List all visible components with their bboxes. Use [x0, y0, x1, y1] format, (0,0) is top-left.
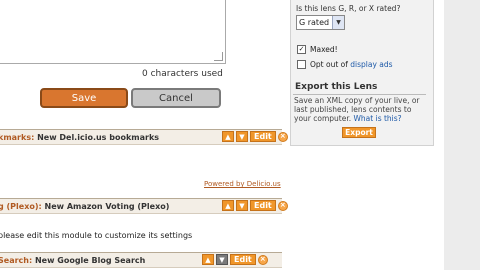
optout-ads-checkbox[interactable] — [297, 60, 306, 69]
export-heading: Export this Lens — [295, 82, 378, 92]
edit-button[interactable]: Edit — [250, 131, 276, 142]
arrow-down-icon[interactable]: ▼ — [216, 254, 228, 265]
module-type-label: g (Plexo): — [0, 201, 42, 211]
maxed-option: ✓ Maxed! — [297, 45, 338, 54]
arrow-up-icon[interactable]: ▲ — [222, 131, 234, 142]
module-header-google-blog: Search: New Google Blog Search ▲ ▼ Edit … — [0, 252, 282, 268]
close-icon[interactable]: × — [277, 200, 288, 211]
powered-by-link[interactable]: Powered by Delicio.us — [204, 180, 281, 188]
export-description: Save an XML copy of your live, or last p… — [294, 96, 428, 123]
checkmark-icon: ✓ — [298, 45, 305, 53]
description-textarea[interactable] — [0, 0, 226, 64]
arrow-up-icon[interactable]: ▲ — [222, 200, 234, 211]
module-title: New Del.icio.us bookmarks — [37, 132, 160, 142]
module-title: New Amazon Voting (Plexo) — [44, 201, 170, 211]
resize-handle[interactable] — [214, 52, 223, 61]
arrow-down-icon[interactable]: ▼ — [236, 200, 248, 211]
module-controls: ▲ ▼ Edit × — [202, 254, 268, 265]
character-counter: 0 characters used — [142, 69, 223, 79]
module-type-label: kmarks: — [0, 132, 35, 142]
arrow-up-icon[interactable]: ▲ — [202, 254, 214, 265]
module-type-label: Search: — [0, 255, 33, 265]
what-is-this-link[interactable]: What is this? — [354, 114, 402, 123]
rating-select[interactable]: G rated ▼ — [296, 15, 345, 30]
divider — [293, 94, 426, 95]
cancel-button[interactable]: Cancel — [131, 88, 221, 108]
maxed-checkbox[interactable]: ✓ — [297, 45, 306, 54]
module-controls: ▲ ▼ Edit × — [222, 200, 288, 211]
close-icon[interactable]: × — [277, 131, 288, 142]
module-header-amazon: g (Plexo): New Amazon Voting (Plexo) ▲ ▼… — [0, 198, 288, 214]
edit-button[interactable]: Edit — [250, 200, 276, 211]
module-notice: please edit this module to customize its… — [0, 231, 193, 240]
export-button[interactable]: Export — [342, 127, 376, 138]
optout-label: Opt out of — [310, 60, 351, 69]
edit-button[interactable]: Edit — [230, 254, 256, 265]
module-title: New Google Blog Search — [34, 255, 146, 265]
display-ads-link[interactable]: display ads — [350, 60, 392, 69]
module-header-delicious: kmarks: New Del.icio.us bookmarks ▲ ▼ Ed… — [0, 129, 288, 145]
optout-ads-option: Opt out of display ads — [297, 60, 393, 69]
save-button[interactable]: Save — [40, 88, 128, 108]
page-margin — [444, 0, 480, 270]
rating-question: Is this lens G, R, or X rated? — [296, 4, 401, 13]
module-controls: ▲ ▼ Edit × — [222, 131, 288, 142]
close-icon[interactable]: × — [257, 254, 268, 265]
arrow-down-icon[interactable]: ▼ — [236, 131, 248, 142]
chevron-down-icon[interactable]: ▼ — [332, 16, 344, 29]
maxed-label: Maxed! — [310, 45, 338, 54]
rating-selected-value: G rated — [299, 18, 330, 27]
